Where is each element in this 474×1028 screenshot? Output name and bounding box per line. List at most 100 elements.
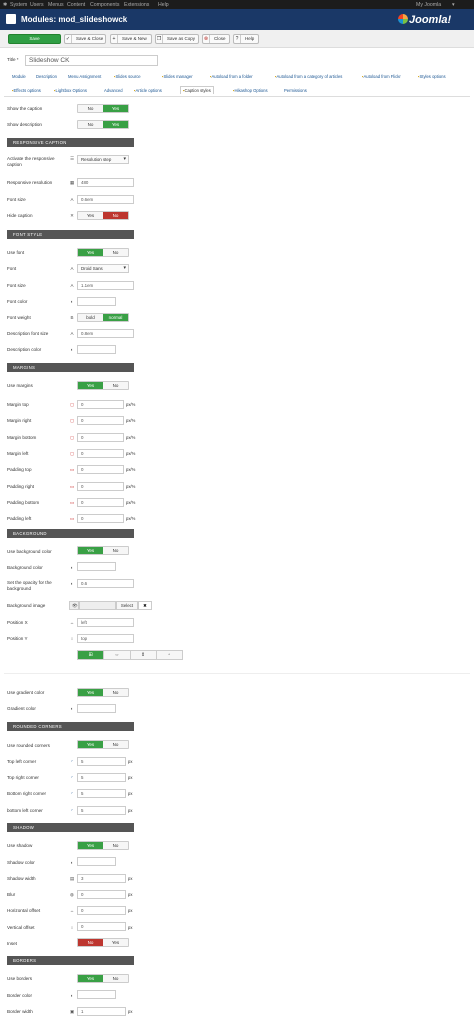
help-button[interactable]: ? Help: [233, 33, 259, 44]
vertical-offset-input[interactable]: 0: [77, 922, 126, 931]
no-option[interactable]: No: [103, 741, 128, 748]
tab-slides-source[interactable]: ▪Slides source: [114, 74, 141, 79]
border-color-input[interactable]: [77, 990, 116, 999]
joomla-menu-icon[interactable]: ✱: [3, 2, 7, 8]
padding-left-input[interactable]: 0: [77, 514, 124, 524]
yes-option[interactable]: Yes: [78, 212, 103, 219]
responsive-mode-select[interactable]: Resolution step: [77, 155, 129, 164]
color-picker-icon[interactable]: ◐: [69, 860, 75, 866]
padding-bottom-input[interactable]: 0: [77, 497, 124, 507]
gradient-color-input[interactable]: [77, 704, 116, 713]
save-new-button[interactable]: + Save & New: [110, 33, 152, 44]
tab-autoload-category[interactable]: ▪Autoload from a category of articles: [275, 74, 342, 79]
inset-toggle[interactable]: No Yes: [77, 938, 129, 947]
font-weight-toggle[interactable]: bold normal: [77, 313, 129, 322]
tab-permissions[interactable]: Permissions: [284, 88, 307, 93]
repeat-icon[interactable]: ⊞: [78, 651, 104, 659]
save-close-button[interactable]: ✓ Save & Close: [64, 33, 106, 44]
yes-option[interactable]: Yes: [78, 842, 103, 849]
tab-effects-options[interactable]: ▪Effects options: [12, 88, 41, 93]
padding-top-input[interactable]: 0: [77, 465, 124, 475]
yes-option[interactable]: Yes: [103, 939, 128, 946]
horizontal-offset-input[interactable]: 0: [77, 906, 126, 915]
clear-image-icon[interactable]: ✖: [138, 601, 152, 610]
no-option[interactable]: No: [103, 975, 128, 982]
no-repeat-icon[interactable]: ▫: [155, 651, 182, 659]
menu-extensions[interactable]: Extensions: [124, 2, 149, 8]
position-y-input[interactable]: top: [77, 634, 134, 643]
use-borders-toggle[interactable]: Yes No: [77, 974, 129, 983]
use-rounded-toggle[interactable]: Yes No: [77, 740, 129, 749]
font-select[interactable]: Droid Sans: [77, 264, 129, 273]
background-image-input[interactable]: [79, 601, 116, 610]
no-option[interactable]: No: [103, 689, 128, 696]
bottom-left-corner-input[interactable]: 5: [77, 805, 126, 815]
yes-option[interactable]: Yes: [78, 975, 103, 982]
no-option[interactable]: No: [78, 939, 103, 946]
repeat-y-icon[interactable]: ⇕: [129, 651, 156, 659]
tab-caption-styles[interactable]: ▪Caption styles: [180, 86, 214, 94]
tab-advanced[interactable]: Advanced: [104, 88, 123, 93]
tab-autoload-flickr[interactable]: ▪Autoload from Flickr: [362, 74, 401, 79]
tab-autoload-folder[interactable]: ▪Autoload from a folder: [210, 74, 253, 79]
yes-option[interactable]: Yes: [78, 689, 103, 696]
color-picker-icon[interactable]: ◐: [69, 347, 75, 353]
use-gradient-toggle[interactable]: Yes No: [77, 688, 129, 697]
eye-icon[interactable]: 👁: [69, 601, 79, 610]
margin-left-input[interactable]: 0: [77, 448, 124, 458]
yes-option[interactable]: Yes: [78, 382, 103, 389]
yes-option[interactable]: Yes: [103, 105, 128, 112]
background-color-input[interactable]: [77, 562, 116, 571]
no-option[interactable]: No: [103, 842, 128, 849]
tab-lightbox-options[interactable]: ▪Lightbox Options: [54, 88, 87, 93]
description-font-size-input[interactable]: 0.8em: [77, 329, 134, 338]
save-button[interactable]: Save: [8, 33, 61, 44]
menu-help[interactable]: Help: [158, 2, 169, 8]
no-option[interactable]: No: [78, 121, 103, 128]
save-copy-button[interactable]: ❐ Save as Copy: [155, 33, 199, 44]
responsive-resolution-input[interactable]: 480: [77, 178, 134, 187]
blur-input[interactable]: 0: [77, 890, 126, 899]
margin-bottom-input[interactable]: 0: [77, 432, 124, 442]
repeat-x-icon[interactable]: ⇔: [103, 651, 130, 659]
tab-article-options[interactable]: ▪Article options: [134, 88, 162, 93]
use-margins-toggle[interactable]: Yes No: [77, 381, 129, 390]
bold-option[interactable]: bold: [78, 314, 103, 321]
border-width-input[interactable]: 1: [77, 1007, 126, 1016]
yes-option[interactable]: Yes: [103, 121, 128, 128]
shadow-color-input[interactable]: [77, 857, 116, 866]
background-opacity-input[interactable]: 0.6: [77, 579, 134, 588]
shadow-width-input[interactable]: 3: [77, 874, 126, 883]
top-left-corner-input[interactable]: 5: [77, 757, 126, 766]
user-icon[interactable]: ▾: [452, 2, 455, 8]
yes-option[interactable]: Yes: [78, 249, 103, 256]
use-shadow-toggle[interactable]: Yes No: [77, 841, 129, 850]
description-color-input[interactable]: [77, 345, 116, 354]
hide-caption-toggle[interactable]: Yes No: [77, 211, 129, 220]
color-picker-icon[interactable]: ◐: [69, 565, 75, 571]
tab-description[interactable]: Description: [36, 74, 57, 79]
yes-option[interactable]: Yes: [78, 741, 103, 748]
normal-option[interactable]: normal: [103, 314, 128, 321]
responsive-fontsize-input[interactable]: 0.6em: [77, 195, 134, 204]
font-color-input[interactable]: [77, 297, 116, 306]
color-picker-icon[interactable]: ◐: [69, 299, 75, 305]
no-option[interactable]: No: [78, 105, 103, 112]
font-size-input[interactable]: 1.1em: [77, 281, 134, 290]
select-image-button[interactable]: Select: [116, 601, 138, 610]
menu-users[interactable]: Users: [30, 2, 44, 8]
tab-module[interactable]: Module: [12, 74, 26, 79]
yes-option[interactable]: Yes: [78, 547, 103, 554]
no-option[interactable]: No: [103, 212, 128, 219]
bottom-right-corner-input[interactable]: 5: [77, 789, 126, 799]
color-picker-icon[interactable]: ◐: [69, 706, 75, 712]
menu-components[interactable]: Components: [90, 2, 119, 8]
color-picker-icon[interactable]: ◐: [69, 581, 75, 587]
show-caption-toggle[interactable]: No Yes: [77, 104, 129, 113]
title-input[interactable]: Slideshow CK: [25, 55, 158, 66]
no-option[interactable]: No: [103, 249, 128, 256]
tab-menu-assignment[interactable]: Menu Assignment: [68, 74, 101, 79]
menu-menus[interactable]: Menus: [48, 2, 64, 8]
padding-right-input[interactable]: 0: [77, 481, 124, 491]
top-right-corner-input[interactable]: 5: [77, 773, 126, 783]
